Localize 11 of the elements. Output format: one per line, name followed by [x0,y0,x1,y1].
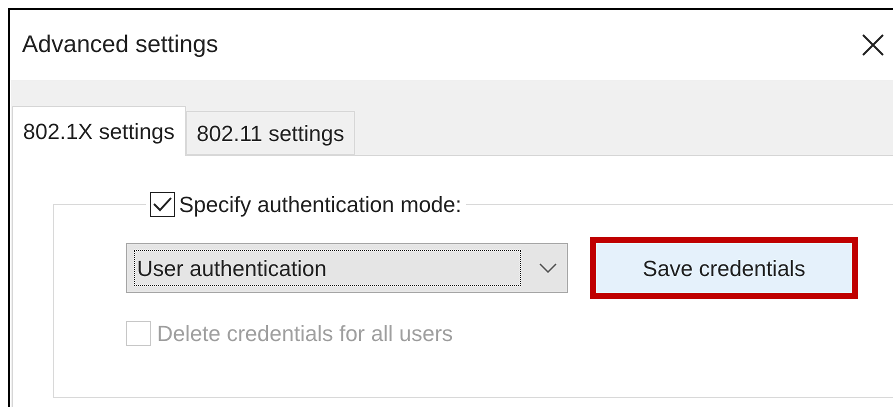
tab[interactable]: 802.1X settings [12,106,186,156]
dropdown-value: User authentication [134,250,521,286]
tab[interactable]: 802.11 settings [186,111,356,155]
mode-dropdown[interactable]: User authentication [126,243,568,293]
save-credentials-button[interactable]: Save credentials [590,237,858,299]
window-title: Advanced settings [22,30,218,60]
close-icon[interactable] [861,33,885,57]
checkmark-icon [153,197,172,212]
checkbox[interactable] [150,192,175,217]
chevron-down-icon [539,263,557,273]
checkbox-label[interactable]: Specify authentication mode: [179,188,462,221]
